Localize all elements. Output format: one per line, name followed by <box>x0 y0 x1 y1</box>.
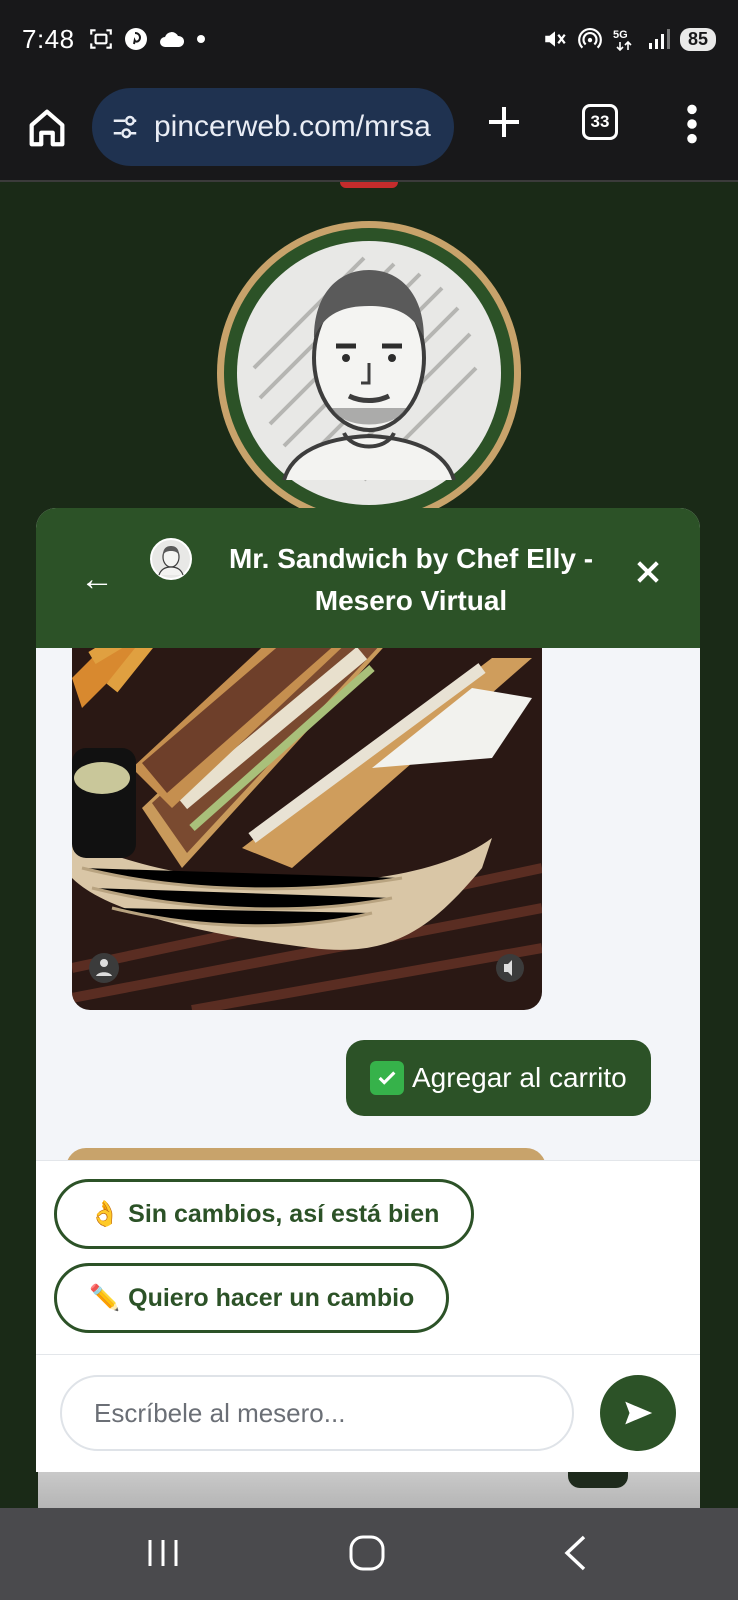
send-icon <box>625 1401 653 1425</box>
chat-title: Mr. Sandwich by Chef Elly - Mesero Virtu… <box>228 543 594 616</box>
site-settings-icon[interactable] <box>110 112 140 142</box>
battery-indicator: 85 <box>679 27 716 51</box>
chef-logo <box>217 221 521 525</box>
new-tab-icon[interactable] <box>484 102 524 142</box>
chat-header: ← Mr. Sandwich by Chef Elly - Mesero Vir… <box>36 508 700 648</box>
status-bar: 7:48 5G 85 <box>0 0 738 84</box>
chat-window: ← Mr. Sandwich by Chef Elly - Mesero Vir… <box>36 508 700 1472</box>
status-time: 7:48 <box>22 24 75 54</box>
ok-hand-icon: 👌 <box>89 1199 121 1228</box>
send-button[interactable] <box>600 1375 676 1451</box>
dot-icon <box>197 35 205 43</box>
status-system-icons: 5G 85 <box>542 26 716 52</box>
hotspot-icon <box>578 28 602 49</box>
pinterest-icon <box>125 28 147 50</box>
mute-icon <box>545 31 566 47</box>
network-5g-icon: 5G <box>613 29 632 52</box>
status-notification-icons <box>88 26 206 52</box>
quick-reply-no-changes[interactable]: 👌 Sin cambios, así está bien <box>54 1179 475 1249</box>
system-navigation-bar <box>0 1508 738 1600</box>
recents-icon[interactable] <box>146 1538 180 1568</box>
more-options-icon[interactable] <box>680 102 704 146</box>
address-bar[interactable]: pincerweb.com/mrsa <box>92 88 454 166</box>
signal-icon <box>648 29 670 49</box>
message-input[interactable] <box>60 1375 574 1451</box>
close-icon[interactable] <box>632 556 664 588</box>
page-footer-behind-chat <box>38 1472 700 1508</box>
url-text: pincerweb.com/mrsa <box>154 110 431 143</box>
user-message-text: Agregar al carrito <box>412 1062 627 1093</box>
chef-avatar <box>150 538 192 580</box>
svg-text:5G: 5G <box>613 29 628 41</box>
chat-messages[interactable]: Agregar al carrito <box>36 648 700 1160</box>
quick-reply-label: Quiero hacer un cambio <box>128 1283 415 1312</box>
user-message-bubble: Agregar al carrito <box>346 1040 651 1116</box>
quick-reply-label: Sin cambios, así está bien <box>128 1199 440 1228</box>
quick-replies: 👌 Sin cambios, así está bien ✏️ Quiero h… <box>36 1160 700 1354</box>
quick-reply-make-change[interactable]: ✏️ Quiero hacer un cambio <box>54 1263 450 1333</box>
home-circle-icon[interactable] <box>348 1534 386 1572</box>
home-icon[interactable] <box>24 104 70 150</box>
page-red-tab <box>340 182 398 188</box>
browser-toolbar: pincerweb.com/mrsa 33 <box>0 84 738 180</box>
back-chevron-icon[interactable] <box>562 1534 588 1572</box>
bot-message-bubble <box>66 1148 546 1160</box>
back-arrow-icon[interactable]: ← <box>80 560 114 599</box>
check-mark-button-icon <box>370 1061 404 1095</box>
hidden-page-button <box>568 1472 628 1488</box>
tab-switcher-button[interactable]: 33 <box>582 104 618 140</box>
pencil-icon: ✏️ <box>89 1283 121 1312</box>
cloud-icon <box>160 32 185 47</box>
screenshot-icon <box>90 29 112 49</box>
sandwich-photo <box>72 648 542 1010</box>
message-composer <box>36 1354 700 1472</box>
